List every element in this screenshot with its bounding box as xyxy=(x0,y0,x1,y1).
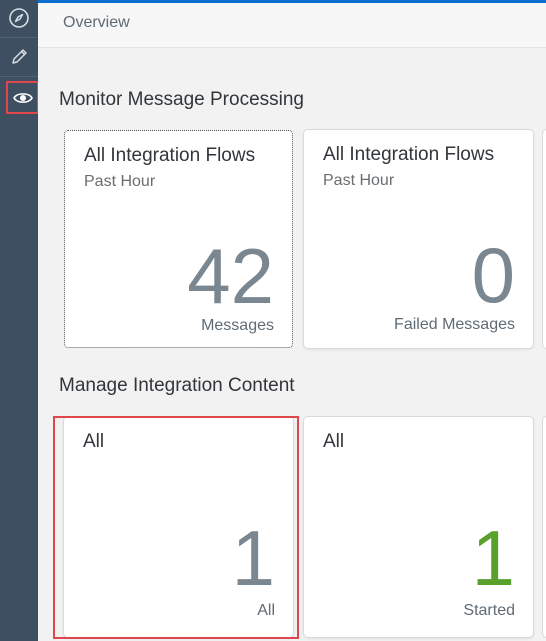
section-title-content: Manage Integration Content xyxy=(59,375,295,396)
compass-icon xyxy=(8,7,30,29)
tile-subtitle: Past Hour xyxy=(84,173,156,190)
discover-button[interactable] xyxy=(3,2,34,33)
tile-title: All xyxy=(83,431,105,452)
monitor-button[interactable] xyxy=(6,81,39,114)
page-title: Overview xyxy=(63,14,130,31)
page-header: Overview xyxy=(38,3,546,48)
tile-unit: Messages xyxy=(201,317,274,334)
tile-unit: Failed Messages xyxy=(394,316,515,333)
tile-all-flows-failed[interactable]: All Integration Flows Past Hour 0 Failed… xyxy=(304,130,533,348)
tile-title: All Integration Flows xyxy=(323,144,495,165)
tile-count: 1 xyxy=(471,514,515,602)
tile-count: 0 xyxy=(471,231,515,319)
tile-content-all[interactable]: All 1 All xyxy=(64,417,293,637)
section-title-monitor: Monitor Message Processing xyxy=(59,89,304,110)
design-button[interactable] xyxy=(3,41,34,72)
tile-content-started[interactable]: All 1 Started xyxy=(304,417,533,637)
overview-content: Monitor Message Processing All Integrati… xyxy=(38,48,546,641)
tile-subtitle: Past Hour xyxy=(323,172,395,189)
tile-title: All xyxy=(323,431,345,452)
tile-all-flows-messages[interactable]: All Integration Flows Past Hour 42 Messa… xyxy=(64,130,293,348)
tile-unit: Started xyxy=(463,602,515,619)
tile-unit: All xyxy=(257,602,275,619)
eye-icon xyxy=(13,90,33,111)
tile-count: 42 xyxy=(187,232,274,320)
pencil-icon xyxy=(9,47,29,67)
tile-count: 1 xyxy=(231,514,275,602)
tile-title: All Integration Flows xyxy=(84,145,256,166)
